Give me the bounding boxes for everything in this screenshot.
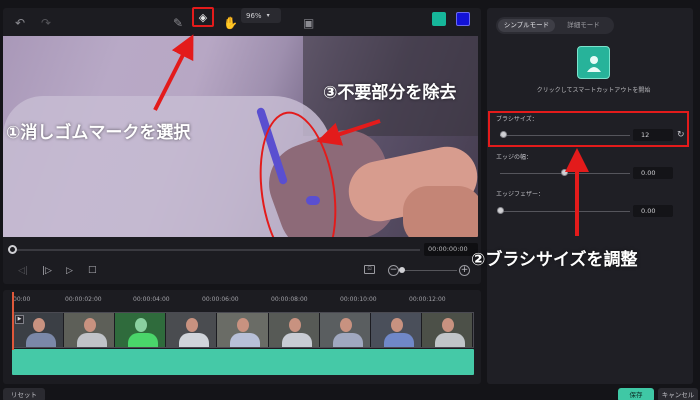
- annotation-step1: ①消しゴムマークを選択: [6, 123, 191, 143]
- arrow-to-region: [316, 119, 381, 146]
- annotation-arrows: [153, 34, 589, 236]
- arrow-to-eraser: [153, 34, 194, 111]
- annotation-step3: ③不要部分を除去: [323, 83, 457, 103]
- annotation-step2: ②ブラシサイズを調整: [471, 250, 638, 270]
